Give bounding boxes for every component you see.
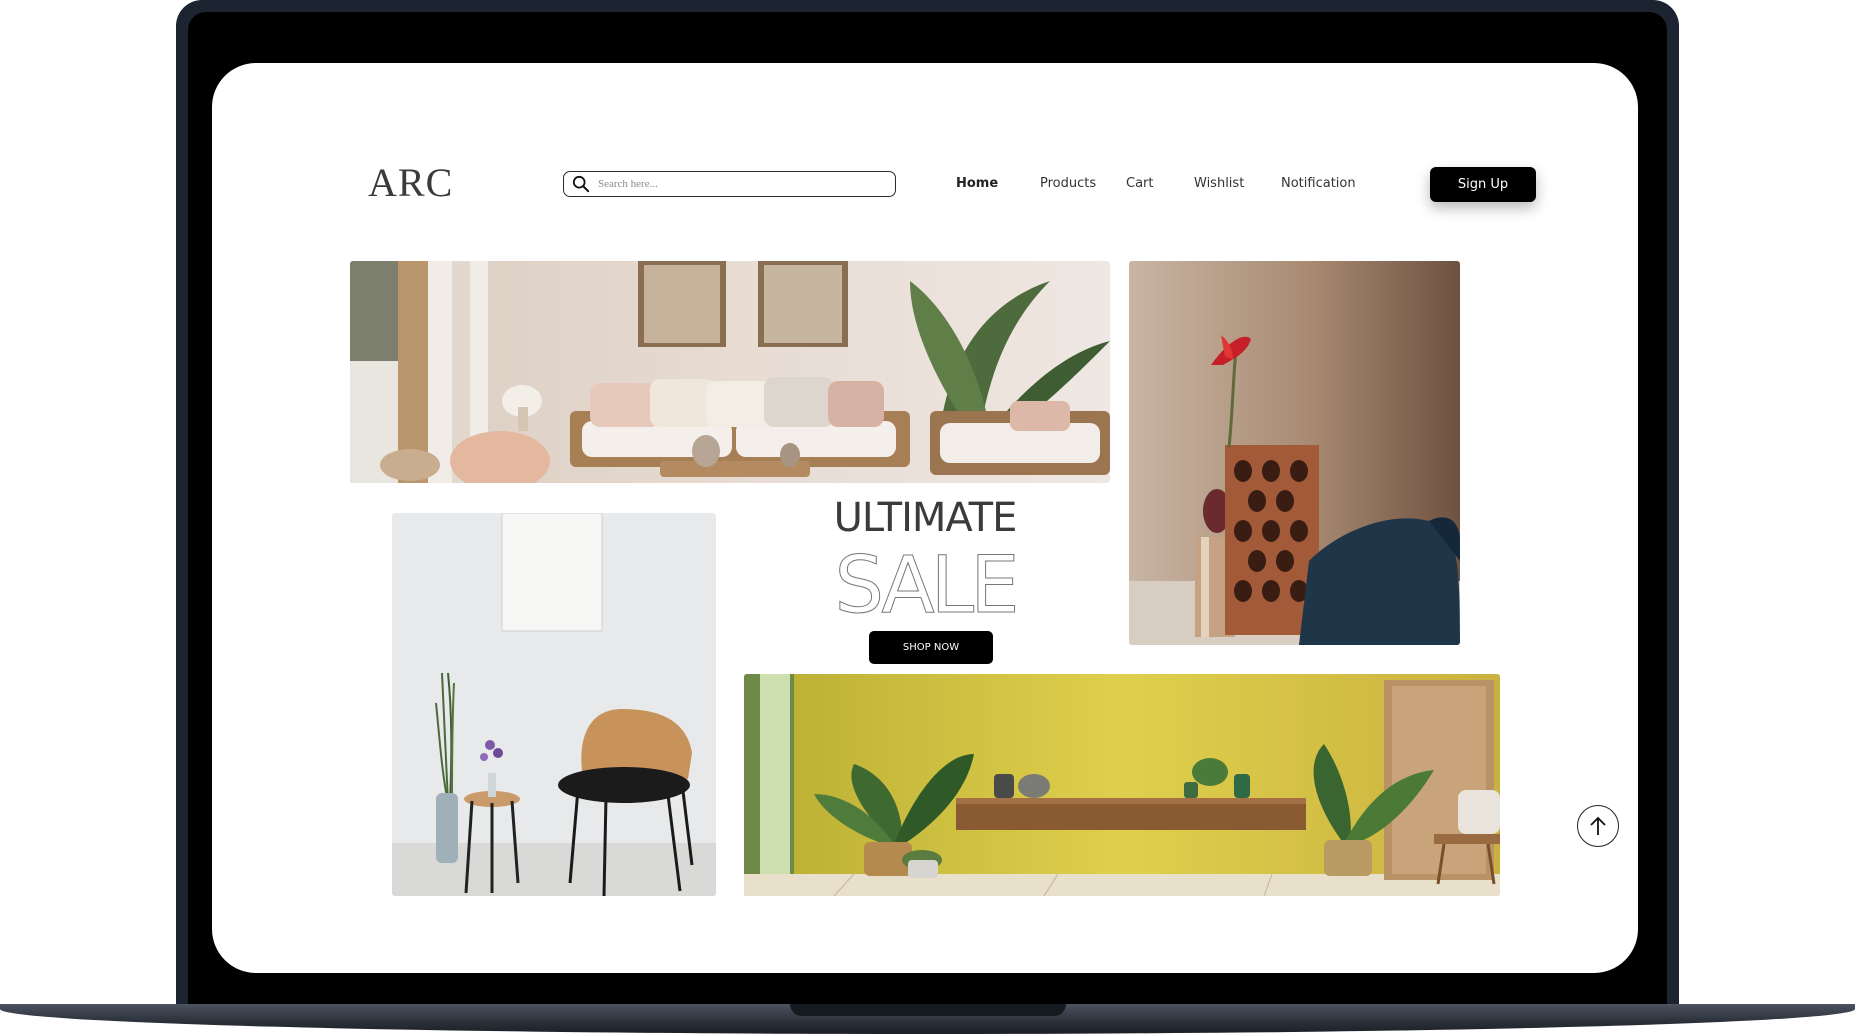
brand-logo[interactable]: ARC xyxy=(368,159,453,206)
yellow-wall-shelf-photo[interactable] xyxy=(744,674,1500,896)
nav-products[interactable]: Products xyxy=(1040,176,1096,191)
scroll-to-top-button[interactable] xyxy=(1577,805,1619,847)
chair-side-table-photo[interactable] xyxy=(392,513,716,896)
living-room-sofa-photo[interactable] xyxy=(350,261,1110,483)
nav-wishlist[interactable]: Wishlist xyxy=(1194,176,1244,191)
nav-cart[interactable]: Cart xyxy=(1126,176,1154,191)
arrow-up-icon xyxy=(1590,816,1606,835)
brick-vase-flower-photo[interactable] xyxy=(1129,261,1460,645)
search-input[interactable] xyxy=(596,177,880,191)
hero-sale-text: SALE xyxy=(834,541,1020,632)
shop-now-button[interactable]: SHOP NOW xyxy=(869,631,993,664)
sign-up-button[interactable]: Sign Up xyxy=(1430,167,1536,202)
website-screen: ARC Home Products Cart Wishlist Notifica… xyxy=(212,63,1638,973)
search-icon xyxy=(572,175,590,193)
laptop-notch xyxy=(790,1004,1066,1016)
nav-home[interactable]: Home xyxy=(956,176,998,191)
search-bar[interactable] xyxy=(563,171,896,197)
nav-notification[interactable]: Notification xyxy=(1281,176,1356,191)
hero-headline: ULTIMATE xyxy=(833,495,1018,541)
